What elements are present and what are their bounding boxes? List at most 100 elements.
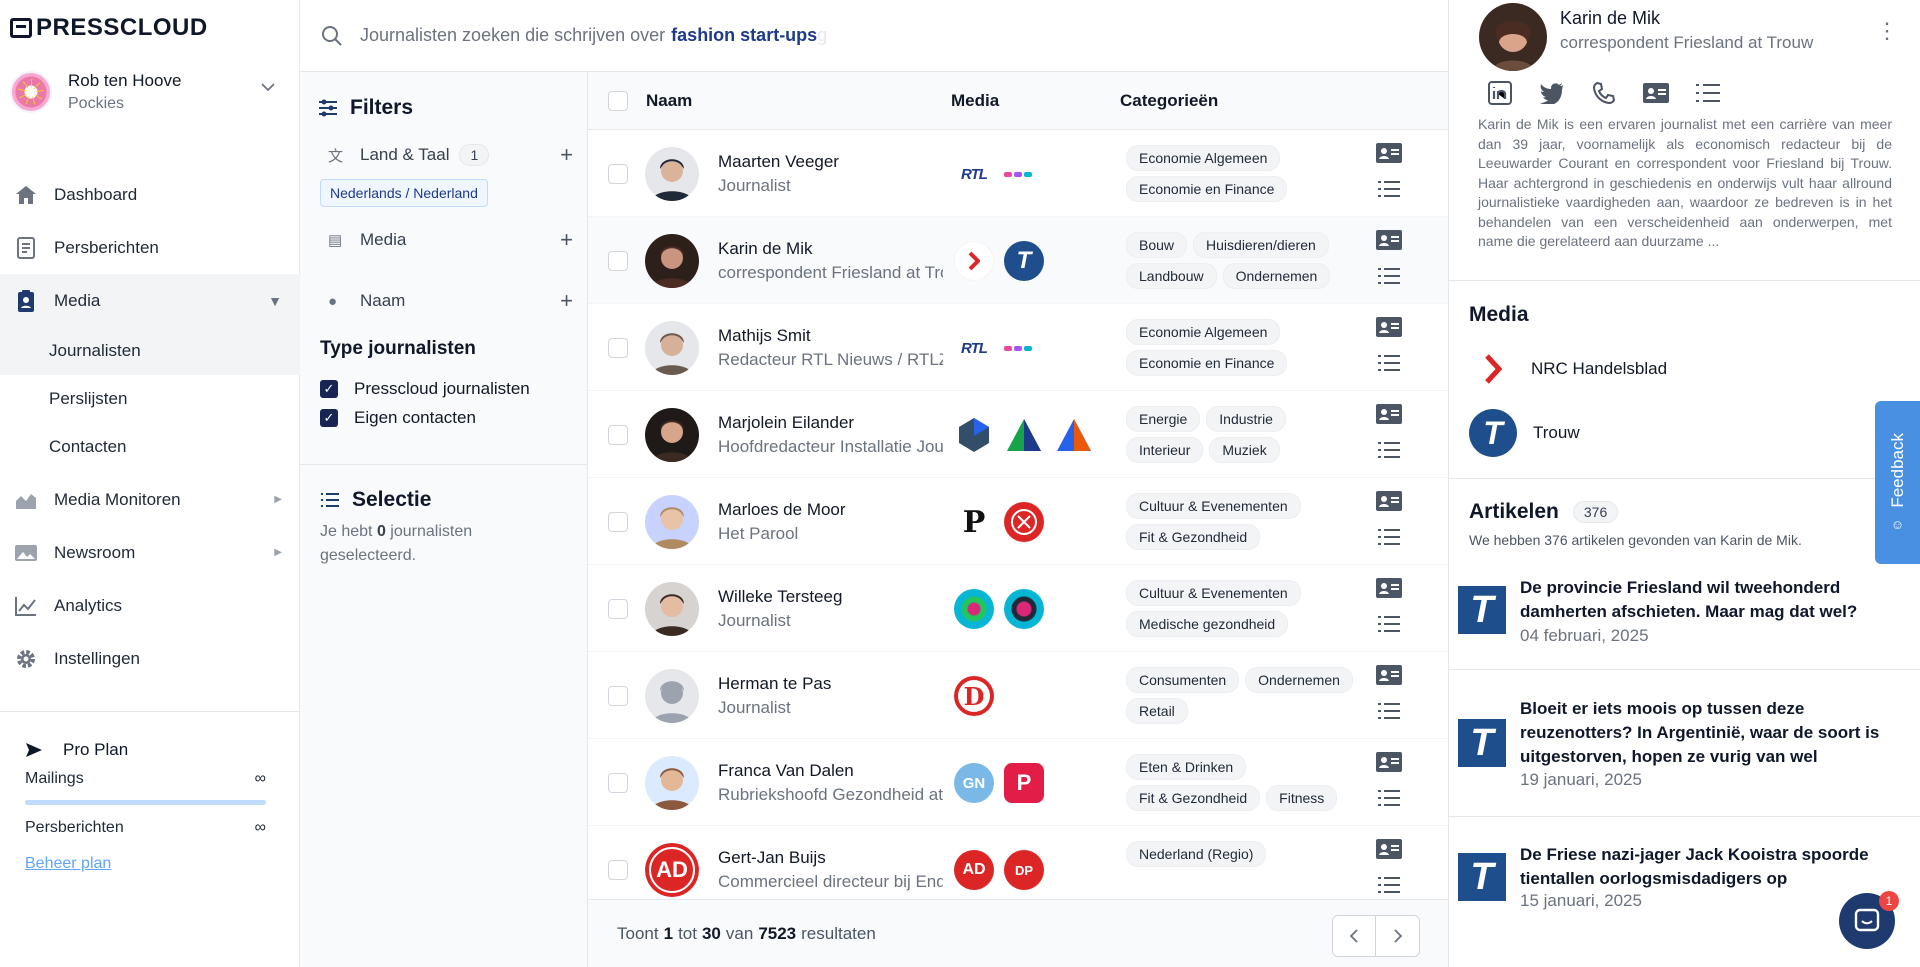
check-icon[interactable]: ✓: [320, 409, 338, 427]
row-checkbox[interactable]: [608, 512, 628, 532]
plus-icon[interactable]: +: [560, 142, 573, 168]
add-to-list-icon[interactable]: [1374, 265, 1404, 287]
journalist-name[interactable]: Willeke Tersteeg: [718, 587, 943, 607]
row-checkbox[interactable]: [608, 425, 628, 445]
search-input[interactable]: Journalisten zoeken die schrijven over fa…: [360, 25, 827, 46]
contact-card-icon[interactable]: [1374, 838, 1404, 860]
table-row[interactable]: AD Gert-Jan Buijs Commercieel directeur bi…: [588, 826, 1448, 899]
twitter-icon[interactable]: [1537, 80, 1567, 106]
table-row[interactable]: Karin de Mik correspondent Friesland at T…: [588, 217, 1448, 304]
table-row[interactable]: Mathijs Smit Redacteur RTL Nieuws / RTLZ R…: [588, 304, 1448, 391]
article-item[interactable]: T Bloeit er iets moois op tussen deze re…: [1458, 699, 1913, 809]
add-to-list-icon[interactable]: [1374, 439, 1404, 461]
category-tags: Economie Algemeen Economie en Finance: [1126, 145, 1356, 202]
article-item[interactable]: T De provincie Friesland wil tweehonderd…: [1458, 578, 1913, 676]
contact-card-icon[interactable]: [1374, 751, 1404, 773]
row-checkbox[interactable]: [608, 251, 628, 271]
journalist-name[interactable]: Gert-Jan Buijs: [718, 848, 943, 868]
manage-plan-link[interactable]: Beheer plan: [25, 855, 300, 873]
detail-media-item[interactable]: NRC Handelsblad: [1469, 345, 1667, 393]
filter-land-taal[interactable]: 文 Land & Taal 1 +: [328, 142, 573, 168]
search-bar[interactable]: Journalisten zoeken die schrijven over fa…: [300, 0, 1448, 72]
user-switcher[interactable]: Rob ten Hoove Pockies: [10, 68, 290, 116]
linkedin-icon[interactable]: [1485, 80, 1515, 106]
contact-card-icon[interactable]: [1374, 490, 1404, 512]
col-naam[interactable]: Naam: [646, 91, 692, 111]
add-to-list-icon[interactable]: [1374, 874, 1404, 896]
contact-card-icon[interactable]: [1374, 577, 1404, 599]
more-options-icon[interactable]: ⋮: [1876, 20, 1898, 42]
journalist-name[interactable]: Herman te Pas: [718, 674, 943, 694]
filter-media[interactable]: ▤ Media +: [328, 227, 573, 253]
journalist-name[interactable]: Maarten Veeger: [718, 152, 943, 172]
contact-card-icon[interactable]: [1641, 80, 1671, 106]
row-checkbox[interactable]: [608, 338, 628, 358]
table-row[interactable]: Willeke Tersteeg Journalist Cultuur & Even…: [588, 565, 1448, 652]
nav-perslijsten[interactable]: Perslijsten: [0, 375, 300, 423]
prev-page-button[interactable]: [1333, 916, 1376, 956]
category-tags: Economie Algemeen Economie en Finance: [1126, 319, 1356, 376]
journalist-name[interactable]: Marjolein Eilander: [718, 413, 943, 433]
next-page-button[interactable]: [1376, 916, 1419, 956]
checkbox-eigen[interactable]: ✓ Eigen contacten: [320, 408, 476, 428]
detail-media-item[interactable]: T Trouw: [1469, 409, 1580, 457]
add-to-list-icon[interactable]: [1374, 526, 1404, 548]
row-checkbox[interactable]: [608, 164, 628, 184]
phone-icon[interactable]: [1589, 80, 1619, 106]
contact-card-icon[interactable]: [1374, 229, 1404, 251]
feedback-button[interactable]: Feedback ☺: [1875, 401, 1920, 564]
chevron-left-icon: [1349, 929, 1358, 943]
plus-icon[interactable]: +: [560, 288, 573, 314]
nav-contacten[interactable]: Contacten: [0, 423, 300, 471]
category-tag: Ondernemen: [1222, 263, 1331, 289]
avatar: [645, 321, 699, 375]
plus-icon[interactable]: +: [560, 227, 573, 253]
nav-persberichten[interactable]: Persberichten: [0, 221, 300, 274]
contact-card-icon[interactable]: [1374, 316, 1404, 338]
nav-label: Dashboard: [54, 184, 138, 204]
table-row[interactable]: Marloes de Moor Het Parool P Cultuur & Even…: [588, 478, 1448, 565]
journalist-name[interactable]: Karin de Mik: [718, 239, 943, 259]
contact-card-icon[interactable]: [1374, 142, 1404, 164]
journalist-name[interactable]: Marloes de Moor: [718, 500, 943, 520]
table-row[interactable]: Marjolein Eilander Hoofdredacteur Install…: [588, 391, 1448, 478]
nav-dashboard[interactable]: Dashboard: [0, 168, 300, 221]
row-checkbox[interactable]: [608, 686, 628, 706]
table-row[interactable]: Maarten Veeger Journalist RTL Economie Alge…: [588, 130, 1448, 217]
list-add-icon[interactable]: [1693, 80, 1723, 106]
media-logos: AD DP: [954, 850, 1044, 890]
nav-media[interactable]: Media ▼: [0, 274, 300, 327]
contact-card-icon[interactable]: [1374, 403, 1404, 425]
add-to-list-icon[interactable]: [1374, 178, 1404, 200]
select-all-checkbox[interactable]: [608, 91, 628, 111]
add-to-list-icon[interactable]: [1374, 700, 1404, 722]
nav-newsroom[interactable]: Newsroom ▶: [0, 526, 300, 579]
col-categorieen[interactable]: Categorieën: [1120, 91, 1218, 111]
add-to-list-icon[interactable]: [1374, 787, 1404, 809]
table-row[interactable]: Franca Van Dalen Rubriekshoofd Gezondheid…: [588, 739, 1448, 826]
filter-naam[interactable]: ● Naam +: [328, 288, 573, 314]
presscloud-logo[interactable]: PRESSCLOUD: [10, 14, 208, 42]
rtl-logo-icon: RTL: [961, 165, 988, 183]
journalist-name[interactable]: Franca Van Dalen: [718, 761, 943, 781]
nav-media-monitoren[interactable]: Media Monitoren ▶: [0, 473, 300, 526]
row-checkbox[interactable]: [608, 773, 628, 793]
chat-button[interactable]: 1: [1839, 891, 1899, 949]
row-checkbox[interactable]: [608, 599, 628, 619]
nav-instellingen[interactable]: Instellingen: [0, 632, 300, 685]
row-checkbox[interactable]: [608, 860, 628, 880]
checkbox-presscloud[interactable]: ✓ Presscloud journalisten: [320, 379, 530, 399]
nav-journalisten[interactable]: Journalisten: [0, 327, 300, 375]
mailings-label: Mailings: [25, 770, 84, 787]
contact-card-icon[interactable]: [1374, 664, 1404, 686]
journalist-name[interactable]: Mathijs Smit: [718, 326, 943, 346]
filter-chip-language[interactable]: Nederlands / Nederland: [320, 179, 488, 207]
avatar: AD: [645, 843, 699, 897]
col-media[interactable]: Media: [951, 91, 999, 111]
table-row[interactable]: Herman te Pas Journalist D Consumenten Onder…: [588, 652, 1448, 739]
nav-analytics[interactable]: Analytics: [0, 579, 300, 632]
triangle-logo-icon: [1054, 415, 1094, 455]
check-icon[interactable]: ✓: [320, 380, 338, 398]
add-to-list-icon[interactable]: [1374, 613, 1404, 635]
add-to-list-icon[interactable]: [1374, 352, 1404, 374]
